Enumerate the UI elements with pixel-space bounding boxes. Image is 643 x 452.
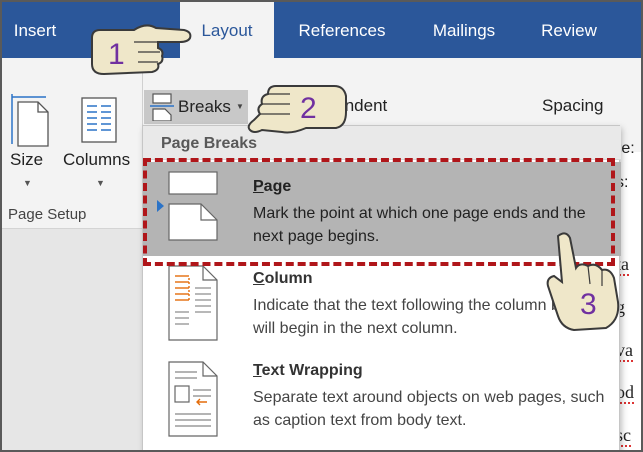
indent-label: Indent (340, 96, 388, 115)
column-break-description: Indicate that the text following the col… (253, 297, 591, 337)
tab-mailings[interactable]: Mailings (414, 2, 514, 58)
page-setup-group-label: Page Setup (8, 206, 87, 223)
dropdown-section-header: Page Breaks (143, 126, 621, 160)
tab-insert[interactable]: Insert (2, 2, 68, 58)
text-wrapping-icon (168, 361, 218, 437)
word-window: Insert Layout References Mailings Review… (0, 0, 643, 452)
column-break-icon (168, 265, 218, 341)
columns-caret-icon: ▼ (96, 178, 105, 188)
tab-review[interactable]: Review (526, 2, 612, 58)
text-wrapping-description: Separate text around objects on web page… (253, 389, 605, 429)
ribbon-tab-strip: Insert Layout References Mailings Review (2, 2, 641, 58)
page-break-item[interactable]: Page Mark the point at which one page en… (143, 162, 621, 256)
text-wrapping-break-item[interactable]: Text Wrapping Separate text around objec… (143, 352, 621, 446)
page-break-description: Mark the point at which one page ends an… (253, 205, 586, 245)
tab-layout[interactable]: Layout (180, 2, 274, 58)
columns-label: Columns (63, 150, 131, 169)
column-break-item[interactable]: Column Indicate that the text following … (143, 258, 621, 352)
page-break-title: Page (253, 178, 292, 195)
breaks-icon (150, 93, 174, 121)
breaks-button[interactable]: Breaks ▼ (144, 90, 248, 124)
breaks-dropdown-menu: Page Breaks Page Mark the point at which… (142, 125, 621, 450)
column-break-title: Column (253, 270, 313, 287)
spacing-label: Spacing (542, 96, 604, 115)
breaks-caret-icon: ▼ (236, 102, 244, 111)
selection-arrow-icon (157, 200, 164, 212)
page-size-icon (11, 94, 49, 147)
text-wrapping-title: Text Wrapping (253, 362, 363, 379)
page-break-icon (168, 171, 218, 241)
breaks-label: Breaks (178, 97, 231, 116)
size-caret-icon: ▼ (23, 178, 32, 188)
columns-icon (81, 97, 117, 143)
tab-references[interactable]: References (282, 2, 402, 58)
size-label: Size (10, 150, 44, 169)
